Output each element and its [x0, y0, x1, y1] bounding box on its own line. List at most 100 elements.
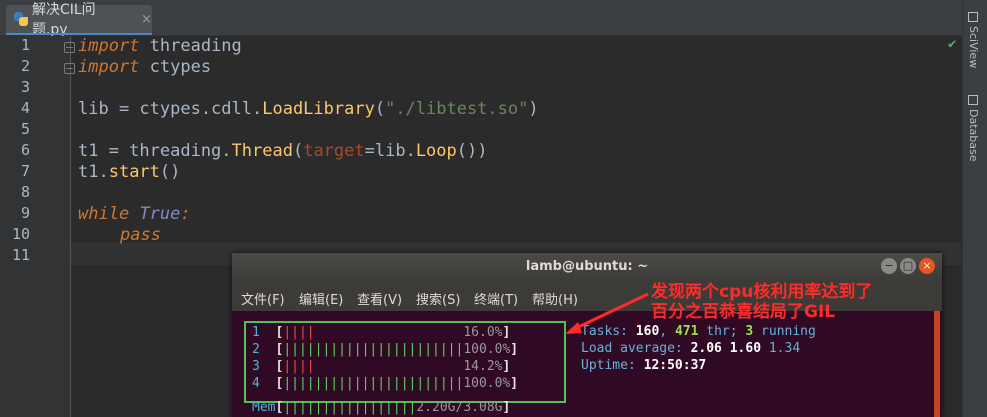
code-text: threading — [139, 36, 242, 56]
code-text: ()) — [456, 141, 488, 161]
fold-toggle-icon[interactable] — [64, 63, 75, 74]
code-line-4: lib = ctypes.cdll.LoadLibrary("./libtest… — [78, 99, 539, 120]
minimize-button[interactable]: − — [881, 258, 897, 274]
code-text: lib = ctypes.cdll. — [78, 99, 263, 119]
code-text: ( — [292, 141, 304, 161]
cpu-percent: 100.0% — [463, 342, 511, 357]
code-line-2: import ctypes — [78, 57, 211, 78]
editor-tab-bar: 解决CIL问题.py × — [0, 0, 962, 38]
database-tool-button[interactable]: Database — [967, 95, 980, 162]
database-label: Database — [967, 109, 980, 162]
cpu-meter-row: 1 [|||| 16.0%] — [252, 325, 511, 340]
cpu-number: 4 — [252, 376, 260, 391]
fold-toggle-icon[interactable] — [64, 42, 75, 53]
sciview-icon — [968, 12, 978, 22]
cpu-number: 1 — [252, 325, 260, 340]
terminal-titlebar[interactable]: lamb@ubuntu: ~ − □ × — [232, 253, 942, 281]
python-file-icon — [14, 12, 28, 26]
active-tab-indicator — [6, 33, 152, 35]
menu-file[interactable]: 文件(F) — [241, 289, 285, 308]
threads-count: 471 — [674, 324, 699, 339]
terminal-scrollbar[interactable] — [934, 311, 940, 417]
uptime-label: Uptime: — [581, 358, 644, 373]
code-line-1: import threading — [78, 36, 242, 57]
database-icon — [968, 95, 978, 105]
line-number: 4 — [20, 99, 30, 117]
keyword-argument: target — [303, 141, 365, 161]
uptime-value: 12:50:37 — [643, 358, 707, 373]
line-number: 8 — [20, 183, 30, 201]
cpu-bar-red: |||| — [283, 325, 315, 340]
code-line-7: t1.start() — [78, 162, 180, 183]
line-number: 3 — [20, 78, 30, 96]
file-tab[interactable]: 解决CIL问题.py × — [6, 2, 152, 38]
terminal-output[interactable]: 1 [|||| 16.0%] 2 [||||||||||||||||||||||… — [232, 311, 942, 417]
cpu-meter-row: 4 [|||||||||||||||||||||||100.0%] — [252, 376, 519, 391]
code-text: =lib. — [364, 141, 416, 161]
menu-edit[interactable]: 编辑(E) — [299, 289, 343, 308]
mem-label: Mem — [252, 400, 276, 415]
keyword: import — [78, 36, 140, 56]
code-text: : — [180, 204, 191, 224]
sciview-tool-button[interactable]: SciView — [967, 12, 980, 68]
menu-help[interactable]: 帮助(H) — [532, 289, 578, 308]
cpu-number: 2 — [252, 342, 260, 357]
code-line-6: t1 = threading.Thread(target=lib.Loop()) — [78, 141, 487, 162]
cpu-highlight-box: 1 [|||| 16.0%] 2 [||||||||||||||||||||||… — [244, 321, 566, 403]
annotation-text: 发现两个cpu核利用率达到了 百分之百恭喜结局了GIL — [651, 282, 872, 322]
load-label: Load average: — [581, 341, 691, 356]
class-name: Thread — [231, 141, 293, 161]
cpu-meter-row: 2 [|||||||||||||||||||||||100.0%] — [252, 342, 519, 357]
sciview-label: SciView — [967, 26, 980, 69]
code-text: t1 = threading. — [78, 141, 232, 161]
annotation-line-2: 百分之百恭喜结局了GIL — [651, 302, 836, 322]
cpu-percent: 16.0% — [463, 325, 503, 340]
line-number: 5 — [20, 120, 30, 138]
load-5min: 1.60 — [729, 341, 762, 356]
terminal-window[interactable]: lamb@ubuntu: ~ − □ × 文件(F) 编辑(E) 查看(V) 搜… — [232, 253, 942, 417]
keyword: pass — [120, 225, 161, 245]
cpu-bar-red: |||| — [283, 359, 315, 374]
separator: , — [659, 324, 675, 339]
tasks-line: Tasks: 160, 471 thr; 3 running — [581, 323, 816, 340]
cpu-bar-green: ||||||||||||||||||||||| — [283, 376, 464, 391]
running-label: running — [753, 324, 816, 339]
cpu-meter-row: 3 [|||| 14.2%] — [252, 359, 511, 374]
string-literal: "./libtest.so" — [385, 99, 529, 119]
menu-terminal[interactable]: 终端(T) — [474, 289, 518, 308]
line-number: 10 — [11, 225, 30, 243]
terminal-title: lamb@ubuntu: ~ — [525, 259, 649, 274]
line-number: 1 — [20, 36, 30, 54]
keyword: while — [78, 204, 130, 224]
builtin-constant: True — [139, 204, 181, 224]
code-text: ( — [374, 99, 386, 119]
keyword: import — [78, 57, 140, 77]
threads-label: thr; — [698, 324, 746, 339]
maximize-button[interactable]: □ — [900, 258, 916, 274]
line-number-gutter: 1 2 3 4 5 6 7 8 9 10 11 — [0, 36, 75, 417]
tasks-label: Tasks: — [581, 324, 636, 339]
line-number: 7 — [20, 162, 30, 180]
load-average-line: Load average: 2.06 1.60 1.34 — [581, 340, 800, 357]
menu-view[interactable]: 查看(V) — [357, 289, 402, 308]
tasks-count: 160 — [635, 324, 660, 339]
mem-used: 2.20G — [416, 400, 456, 415]
close-button[interactable]: × — [919, 258, 935, 274]
memory-meter: Mem[|||||||||||||||||2.20G/3.08G] — [252, 400, 511, 415]
code-text: t1. — [78, 162, 109, 182]
code-text: ctypes — [139, 57, 212, 77]
menu-search[interactable]: 搜索(S) — [416, 289, 460, 308]
load-15min: 1.34 — [768, 341, 801, 356]
uptime-line: Uptime: 12:50:37 — [581, 357, 706, 374]
cpu-bar-green: ||||||||||||||||||||||| — [283, 342, 464, 357]
cpu-percent: 100.0% — [463, 376, 511, 391]
function-name: LoadLibrary — [262, 99, 375, 119]
cpu-number: 3 — [252, 359, 260, 374]
close-tab-icon[interactable]: × — [141, 12, 152, 27]
method-name: start — [108, 162, 160, 182]
load-1min: 2.06 — [690, 341, 722, 356]
code-line-10: pass — [120, 225, 161, 246]
code-text: ) — [528, 99, 539, 119]
line-number: 2 — [20, 57, 30, 75]
